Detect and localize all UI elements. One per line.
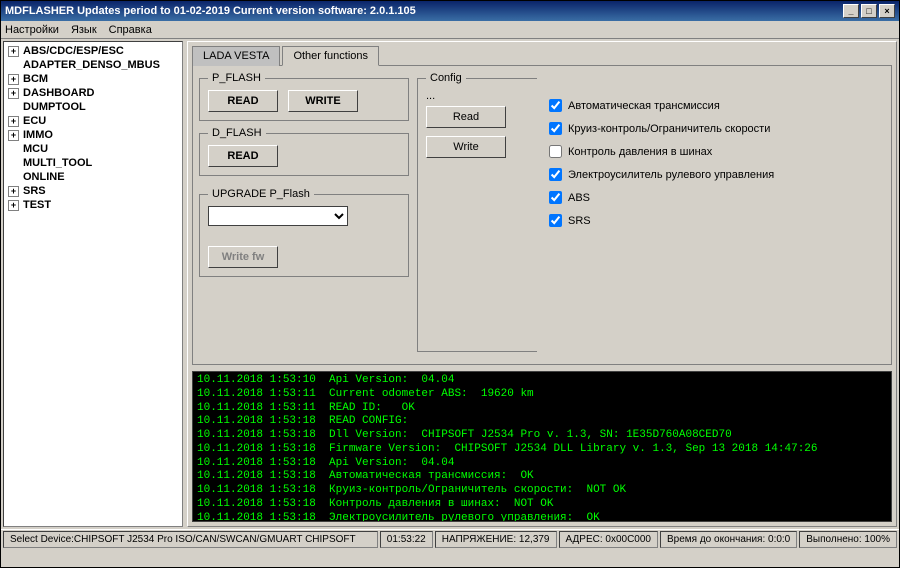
nav-tree[interactable]: + ABS/CDC/ESP/ESC ADAPTER_DENSO_MBUS + BCM + D… [3,41,183,527]
menubar: Настройки Язык Справка [1,21,899,39]
tree-item-label: IMMO [23,129,53,141]
status-done: Выполнено: 100% [799,531,897,548]
tree-item[interactable]: DUMPTOOL [6,100,180,114]
tree-item[interactable]: + ABS/CDC/ESP/ESC [6,44,180,58]
config-write-button[interactable]: Write [426,136,506,158]
status-remaining: Время до окончания: 0:0:0 [660,531,797,548]
config-option: Контроль давления в шинах [545,142,885,161]
config-option: SRS [545,211,885,230]
tree-item-label: SRS [23,185,46,197]
maximize-button[interactable]: □ [861,4,877,18]
config-checkbox[interactable] [549,122,562,135]
tree-item[interactable]: + ECU [6,114,180,128]
statusbar: Select Device:CHIPSOFT J2534 Pro ISO/CAN… [1,529,899,549]
dflash-read-button[interactable]: READ [208,145,278,167]
tree-item[interactable]: + BCM [6,72,180,86]
tree-item-label: ADAPTER_DENSO_MBUS [23,59,160,71]
status-voltage: НАПРЯЖЕНИЕ: 12,379 [435,531,557,548]
close-button[interactable]: × [879,4,895,18]
plus-icon[interactable]: + [8,186,19,197]
group-pflash: P_FLASH READ WRITE [199,72,409,121]
tree-item[interactable]: + IMMO [6,128,180,142]
config-option-label: Контроль давления в шинах [568,146,712,158]
tree-item[interactable]: + SRS [6,184,180,198]
config-option-label: Автоматическая трансмиссия [568,100,720,112]
upgrade-legend: UPGRADE P_Flash [208,188,314,200]
plus-icon[interactable]: + [8,88,19,99]
tree-item-label: MULTI_TOOL [23,157,92,169]
config-checkbox[interactable] [549,99,562,112]
status-time: 01:53:22 [380,531,433,548]
dflash-legend: D_FLASH [208,127,266,139]
config-option-label: Электроусилитель рулевого управления [568,169,774,181]
tree-item-label: MCU [23,143,48,155]
config-option: ABS [545,188,885,207]
group-dflash: D_FLASH READ [199,127,409,176]
pflash-legend: P_FLASH [208,72,265,84]
status-device: Select Device:CHIPSOFT J2534 Pro ISO/CAN… [3,531,378,548]
config-read-button[interactable]: Read [426,106,506,128]
status-address: АДРЕС: 0x00C000 [559,531,658,548]
plus-icon[interactable]: + [8,200,19,211]
config-option-label: Круиз-контроль/Ограничитель скорости [568,123,770,135]
menu-help[interactable]: Справка [109,24,152,36]
tree-item[interactable]: ONLINE [6,170,180,184]
config-option: Электроусилитель рулевого управления [545,165,885,184]
plus-icon[interactable]: + [8,46,19,57]
spacer [8,102,19,113]
group-config-actions: Config ... Read Write [417,72,537,352]
plus-icon[interactable]: + [8,116,19,127]
tree-item-label: DUMPTOOL [23,101,86,113]
tree-item-label: ECU [23,115,46,127]
config-legend: Config [426,72,466,84]
config-checkbox[interactable] [549,191,562,204]
minimize-button[interactable]: _ [843,4,859,18]
tree-item-label: BCM [23,73,48,85]
config-checkbox[interactable] [549,145,562,158]
window-title: MDFLASHER Updates period to 01-02-2019 C… [5,5,841,17]
plus-icon[interactable]: + [8,130,19,141]
tree-item-label: TEST [23,199,51,211]
tab-other-functions[interactable]: Other functions [282,46,379,66]
config-checkbox[interactable] [549,214,562,227]
spacer [8,172,19,183]
config-ellipsis: ... [426,90,529,102]
spacer [8,144,19,155]
tree-item-label: DASHBOARD [23,87,95,99]
tree-item-label: ONLINE [23,171,65,183]
spacer [8,158,19,169]
upgrade-writefw-button[interactable]: Write fw [208,246,278,268]
menu-settings[interactable]: Настройки [5,24,59,36]
log-output[interactable]: 10.11.2018 1:53:10 Api Version: 04.04 10… [192,371,892,522]
plus-icon[interactable]: + [8,74,19,85]
tree-item[interactable]: MULTI_TOOL [6,156,180,170]
tree-item[interactable]: + TEST [6,198,180,212]
pflash-write-button[interactable]: WRITE [288,90,358,112]
tree-item[interactable]: MCU [6,142,180,156]
menu-language[interactable]: Язык [71,24,97,36]
tab-panel-other: P_FLASH READ WRITE D_FLASH READ UPGRADE … [192,65,892,365]
titlebar: MDFLASHER Updates period to 01-02-2019 C… [1,1,899,21]
config-checkbox[interactable] [549,168,562,181]
config-options: Автоматическая трансмиссия Круиз-контроль… [545,72,885,358]
group-upgrade-pflash: UPGRADE P_Flash Write fw [199,188,409,277]
tab-lada-vesta[interactable]: LADA VESTA [192,46,280,66]
pflash-read-button[interactable]: READ [208,90,278,112]
tree-item[interactable]: ADAPTER_DENSO_MBUS [6,58,180,72]
tree-item[interactable]: + DASHBOARD [6,86,180,100]
upgrade-firmware-select[interactable] [208,206,348,226]
tree-item-label: ABS/CDC/ESP/ESC [23,45,124,57]
spacer [8,60,19,71]
config-option-label: SRS [568,215,591,227]
config-option-label: ABS [568,192,590,204]
config-option: Круиз-контроль/Ограничитель скорости [545,119,885,138]
config-option: Автоматическая трансмиссия [545,96,885,115]
